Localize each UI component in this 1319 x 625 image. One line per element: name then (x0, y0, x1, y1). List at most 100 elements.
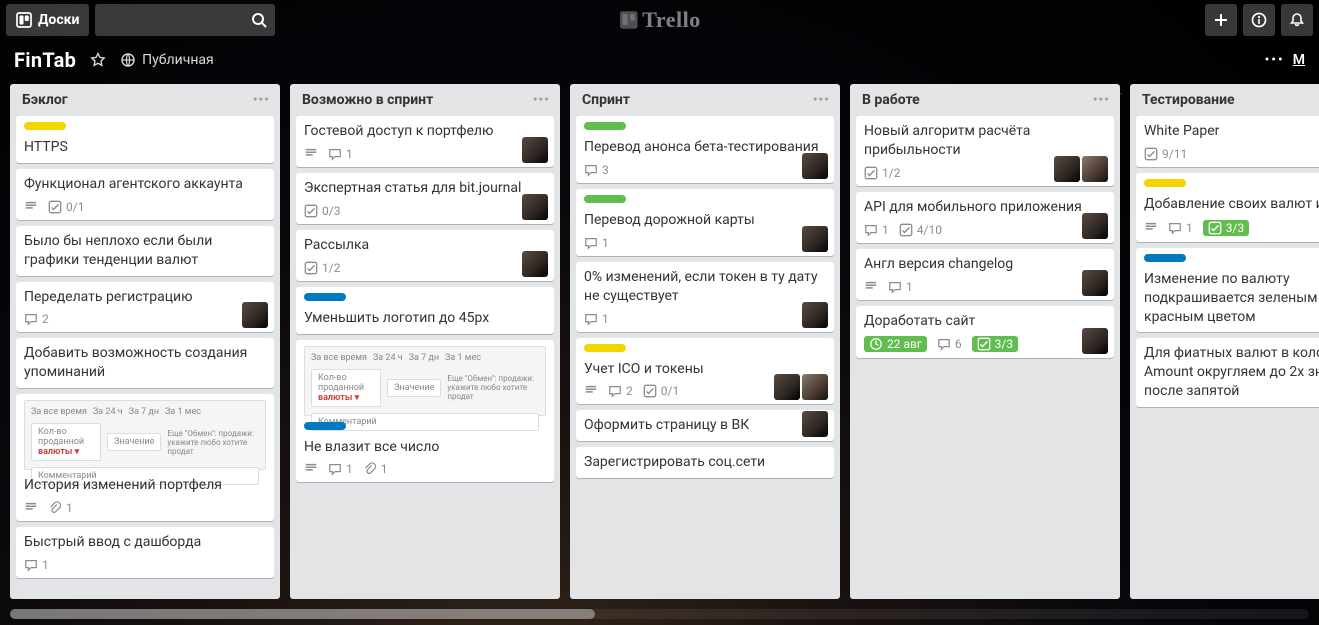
comments-badge: 1 (1168, 221, 1193, 235)
list-cards: White Paper9/11 Добавление своих валют и1… (1130, 112, 1319, 421)
list: Бэклог••• HTTPS Функционал агентского акка… (10, 84, 280, 599)
list-menu-button[interactable]: ••• (1093, 92, 1110, 108)
menu-label: М (1293, 52, 1305, 68)
list-title[interactable]: В работе (862, 92, 1093, 108)
avatar[interactable] (242, 302, 268, 328)
description-badge (584, 384, 598, 398)
trello-logo[interactable]: Trello (618, 7, 700, 33)
visibility-button[interactable]: Публичная (120, 52, 214, 68)
card[interactable]: Быстрый ввод с дашборда1 (16, 527, 274, 578)
card[interactable]: Англ версия changelog 1 (856, 249, 1114, 300)
avatar[interactable] (802, 153, 828, 179)
card-title: HTTPS (24, 138, 266, 157)
comments-badge: 2 (24, 312, 49, 326)
list: В работе••• Новый алгоритм расчёта прибыл… (850, 84, 1120, 599)
avatar[interactable] (802, 302, 828, 328)
card[interactable]: Доработать сайт22 авг63/3 (856, 306, 1114, 359)
boards-button[interactable]: Доски (6, 4, 89, 36)
card-title: Перевод анонса бета-тестирования (584, 138, 826, 157)
scrollbar-thumb[interactable] (10, 609, 595, 619)
info-button[interactable] (1243, 4, 1275, 36)
card-label (584, 122, 626, 130)
avatar[interactable] (522, 137, 548, 163)
avatar[interactable] (1082, 156, 1108, 182)
search-icon (251, 12, 267, 28)
avatar[interactable] (774, 374, 800, 400)
comments-badge: 3 (584, 163, 609, 177)
card-title: Переделать регистрацию (24, 288, 266, 307)
list-title[interactable]: Тестирование (1142, 92, 1319, 108)
card[interactable]: Изменение по валюту подкрашивается зелен… (1136, 248, 1319, 333)
card-title: Изменение по валюту подкрашивается зелен… (1144, 270, 1319, 327)
checklist-badge: 0/1 (643, 384, 679, 398)
checklist-badge: 3/3 (972, 336, 1018, 352)
show-menu-button[interactable]: ••• М (1265, 52, 1305, 68)
star-button[interactable] (90, 52, 106, 68)
bell-icon (1289, 12, 1305, 28)
avatar[interactable] (802, 374, 828, 400)
avatar[interactable] (802, 226, 828, 252)
card[interactable]: За все времяЗа 24 чЗа 7 днЗа 1 месКол-во… (16, 394, 274, 521)
card[interactable]: Переделать регистрацию 2 (16, 282, 274, 333)
card-cover: За все времяЗа 24 чЗа 7 днЗа 1 месКол-во… (24, 400, 266, 470)
attachments-badge: 1 (48, 501, 73, 515)
list-title[interactable]: Возможно в спринт (302, 92, 533, 108)
card[interactable]: Для фиатных валют в колонке Amount округ… (1136, 338, 1319, 407)
description-badge (304, 147, 318, 161)
card[interactable]: Перевод дорожной карты1 (576, 189, 834, 256)
list-menu-button[interactable]: ••• (253, 92, 270, 108)
topbar: Доски Trello (0, 0, 1319, 40)
card[interactable]: API для мобильного приложения14/10 (856, 192, 1114, 243)
card[interactable]: Новый алгоритм расчёта прибыльности1/2 (856, 116, 1114, 186)
card[interactable]: Учет ICO и токены20/1 (576, 338, 834, 405)
card[interactable]: White Paper9/11 (1136, 116, 1319, 167)
avatar[interactable] (1082, 213, 1108, 239)
card[interactable]: Добавить возможность создания упоминаний (16, 338, 274, 388)
card[interactable]: Гостевой доступ к портфелю1 (296, 116, 554, 167)
card-title: Оформить страницу в ВК (584, 416, 826, 435)
avatar[interactable] (1054, 156, 1080, 182)
comments-badge: 1 (24, 558, 49, 572)
card[interactable]: HTTPS (16, 116, 274, 163)
board-header: FinTab Публичная ••• М (0, 40, 1319, 80)
avatar[interactable] (1082, 270, 1108, 296)
horizontal-scrollbar[interactable] (10, 609, 1309, 619)
card-title: Англ версия changelog (864, 255, 1106, 274)
card-members (522, 194, 548, 220)
due-date-badge: 22 авг (864, 336, 927, 352)
card-members (522, 251, 548, 277)
comments-badge: 1 (888, 280, 913, 294)
card[interactable]: За все времяЗа 24 чЗа 7 днЗа 1 месКол-во… (296, 340, 554, 483)
avatar[interactable] (522, 251, 548, 277)
search-input[interactable] (95, 4, 275, 36)
notifications-button[interactable] (1281, 4, 1313, 36)
card[interactable]: Уменьшить логотип до 45px (296, 287, 554, 334)
list-menu-button[interactable]: ••• (533, 92, 550, 108)
card[interactable]: Зарегистрировать соц.сети (576, 447, 834, 478)
list-title[interactable]: Спринт (582, 92, 813, 108)
card-title: Функционал агентского аккаунта (24, 175, 266, 194)
card-members (1054, 156, 1108, 182)
card[interactable]: Было бы неплохо если были графики тенден… (16, 226, 274, 276)
list-menu-button[interactable]: ••• (813, 92, 830, 108)
card[interactable]: Функционал агентского аккаунта 0/1 (16, 169, 274, 220)
card[interactable]: 0% изменений, если токен в ту дату не су… (576, 262, 834, 332)
board-name[interactable]: FinTab (14, 48, 76, 72)
comments-badge: 1 (328, 147, 353, 161)
list-title[interactable]: Бэклог (22, 92, 253, 108)
card[interactable]: Экспертная статья для bit.journal0/3 (296, 173, 554, 224)
card[interactable]: Перевод анонса бета-тестирования 3 (576, 116, 834, 183)
board-canvas: Бэклог•••HTTPSФункционал агентского акка… (0, 80, 1319, 609)
checklist-badge: 0/1 (48, 200, 84, 214)
avatar[interactable] (802, 411, 828, 437)
card[interactable]: Оформить страницу в ВК (576, 410, 834, 441)
card[interactable]: Рассылка1/2 (296, 230, 554, 281)
card-title: Уменьшить логотип до 45px (304, 309, 546, 328)
checklist-badge: 9/11 (1144, 147, 1187, 161)
avatar[interactable] (522, 194, 548, 220)
card[interactable]: Добавление своих валют и13/3 (1136, 173, 1319, 242)
card-label (304, 293, 346, 301)
card-title: Новый алгоритм расчёта прибыльности (864, 122, 1106, 160)
avatar[interactable] (1082, 328, 1108, 354)
create-button[interactable] (1205, 4, 1237, 36)
